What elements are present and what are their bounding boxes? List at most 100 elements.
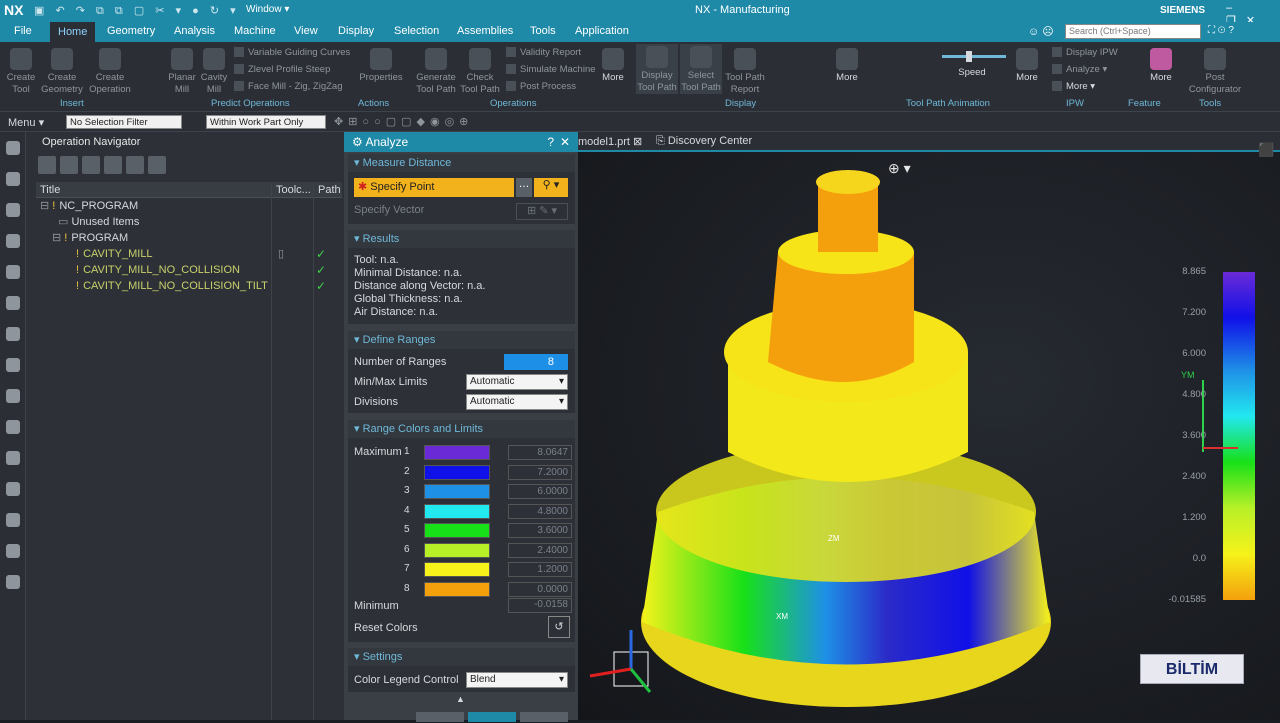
create-operation-button[interactable]: Create Operation (88, 46, 132, 96)
smile-icons[interactable]: ☺ ☹ (1028, 25, 1054, 38)
vector-dropdown[interactable]: ⊞ ✎ ▾ (516, 203, 568, 220)
tool-path-report-button[interactable]: Tool Path Report (722, 46, 768, 96)
web-icon[interactable] (5, 482, 20, 496)
assembly-icon[interactable] (5, 203, 20, 217)
range-color-swatch[interactable] (424, 484, 490, 499)
range-color-swatch[interactable] (424, 542, 490, 558)
properties-button[interactable]: Properties (358, 46, 404, 84)
help-icons[interactable]: ⛶ ⊙ ? (1208, 25, 1234, 36)
range-color-swatch[interactable] (424, 562, 490, 577)
snap-icons[interactable]: ✥⊞○○▢▢◆◉◎⊕ (334, 115, 473, 128)
range-color-swatch[interactable] (424, 503, 490, 519)
display-ipw-button[interactable]: Display IPW (1052, 47, 1118, 58)
create-geometry-button[interactable]: Create Geometry (40, 46, 84, 96)
tab-home[interactable]: Home (50, 22, 96, 42)
speed-slider[interactable] (942, 51, 1006, 62)
tab-discovery[interactable]: ⎘ Discovery Center (656, 135, 752, 148)
tree-row-nc-program[interactable]: ⊟ ! NC_PROGRAM (36, 198, 342, 214)
range-limit-value[interactable]: 6.0000 (508, 484, 572, 499)
display-tool-path-button[interactable]: Display Tool Path (636, 44, 678, 94)
range-limit-value[interactable]: 2.4000 (508, 542, 572, 558)
feature-icon[interactable] (5, 389, 20, 403)
variable-guiding-curves-button[interactable]: Variable Guiding Curves (234, 47, 350, 58)
section-title[interactable]: ▾ Define Ranges (348, 331, 575, 349)
planar-mill-button[interactable]: Planar Mill (166, 46, 198, 96)
tree-row-unused[interactable]: ▭ Unused Items (36, 214, 342, 230)
zlevel-profile-steep-button[interactable]: Zlevel Profile Steep (234, 64, 330, 75)
window-menu[interactable]: Window ▾ (246, 4, 289, 15)
dialog-button-back[interactable] (416, 712, 464, 722)
add-column-icon[interactable] (126, 156, 144, 174)
filter-icon[interactable] (148, 156, 166, 174)
tab-geometry[interactable]: Geometry (107, 25, 155, 37)
range-limit-value[interactable]: 0.0000 (508, 581, 572, 597)
col-path[interactable]: Path (318, 184, 341, 196)
palette-icon[interactable] (5, 575, 20, 589)
cavity-mill-button[interactable]: Cavity Mill (198, 46, 230, 96)
range-limit-value[interactable]: 8.0647 (508, 445, 572, 460)
view-cube-icon[interactable]: ⬛ (1258, 142, 1274, 158)
point-snap-dropdown[interactable]: ⚲ ▾ (534, 178, 568, 197)
point-dialog-icon[interactable]: … (516, 178, 532, 197)
reuse-icon[interactable] (5, 513, 20, 527)
specify-point-field[interactable]: ✱ Specify Point (354, 178, 514, 197)
geometry-icon[interactable] (5, 327, 20, 341)
graphics-viewport[interactable]: ⊕ ▾ ⬛ YM ZM XM 8.865 7.200 6.000 4.800 3.600… (578, 142, 1280, 720)
machine-icon[interactable] (5, 265, 20, 279)
navigator-icon[interactable] (5, 420, 20, 434)
settings-icon[interactable] (5, 141, 20, 155)
program-view-icon[interactable] (38, 156, 56, 174)
tab-model[interactable]: model1.prt ⊠ (578, 135, 642, 148)
dialog-button-ok[interactable] (468, 712, 516, 722)
tree-row-operation[interactable]: ! CAVITY_MILL_NO_COLLISION_TILT ✓ (36, 278, 342, 294)
section-title[interactable]: ▾ Measure Distance (348, 154, 575, 172)
history-icon[interactable] (5, 451, 20, 465)
selection-scope-dropdown[interactable]: Within Work Part Only (206, 115, 326, 129)
constraint-icon[interactable] (5, 234, 20, 248)
range-color-swatch[interactable] (424, 523, 490, 538)
more-feature-button[interactable]: More (1146, 46, 1176, 84)
more-animation-button[interactable]: More (1012, 46, 1042, 84)
tab-machine[interactable]: Machine (234, 25, 276, 37)
range-limit-value[interactable]: 7.2000 (508, 464, 572, 480)
reset-colors-button[interactable]: ↺ (548, 616, 570, 638)
col-title[interactable]: Title (40, 184, 60, 196)
check-tool-path-button[interactable]: Check Tool Path (458, 46, 502, 96)
validity-report-button[interactable]: Validity Report (506, 47, 581, 58)
section-title[interactable]: ▾ Settings (348, 648, 575, 666)
menu-button[interactable]: Menu ▾ (8, 116, 44, 129)
machine-view-icon[interactable] (60, 156, 78, 174)
method-icon[interactable] (5, 358, 20, 372)
simulate-machine-button[interactable]: Simulate Machine (506, 64, 596, 75)
tool-icon[interactable] (5, 296, 20, 310)
tree-row-operation[interactable]: ! CAVITY_MILL_NO_COLLISION ✓ (36, 262, 342, 278)
more-display-button[interactable]: More (832, 46, 862, 84)
range-limit-value[interactable]: 1.2000 (508, 562, 572, 577)
range-color-swatch[interactable] (424, 464, 490, 480)
tab-display[interactable]: Display (338, 25, 374, 37)
help-button[interactable]: ? (547, 132, 554, 152)
tab-view[interactable]: View (294, 25, 318, 37)
orient-view-icon[interactable]: ⊕ ▾ (888, 160, 911, 177)
analyze-button[interactable]: Analyze ▾ (1052, 64, 1107, 75)
more-ipw-button[interactable]: More ▾ (1052, 81, 1095, 92)
create-tool-button[interactable]: Create Tool (4, 46, 38, 96)
tab-selection[interactable]: Selection (394, 25, 439, 37)
post-process-button[interactable]: Post Process (506, 81, 576, 92)
close-button[interactable]: ✕ (560, 132, 570, 152)
generate-tool-path-button[interactable]: Generate Tool Path (414, 46, 458, 96)
section-title[interactable]: ▾ Range Colors and Limits (348, 420, 575, 438)
method-view-icon[interactable] (104, 156, 122, 174)
face-mill-button[interactable]: Face Mill - Zig, ZigZag (234, 81, 343, 92)
collapse-arrow-icon[interactable]: ▲ (456, 694, 465, 704)
divisions-dropdown[interactable]: Automatic ▾ (466, 394, 568, 410)
select-tool-path-button[interactable]: Select Tool Path (680, 44, 722, 94)
range-color-swatch[interactable] (424, 581, 490, 597)
more-operations-button[interactable]: More (598, 46, 628, 84)
post-configurator-button[interactable]: Post Configurator (1186, 46, 1244, 96)
selection-filter-dropdown[interactable]: No Selection Filter (66, 115, 182, 129)
minmax-dropdown[interactable]: Automatic ▾ (466, 374, 568, 390)
tab-assemblies[interactable]: Assemblies (457, 25, 513, 37)
geometry-view-icon[interactable] (82, 156, 100, 174)
tab-application[interactable]: Application (575, 25, 629, 37)
